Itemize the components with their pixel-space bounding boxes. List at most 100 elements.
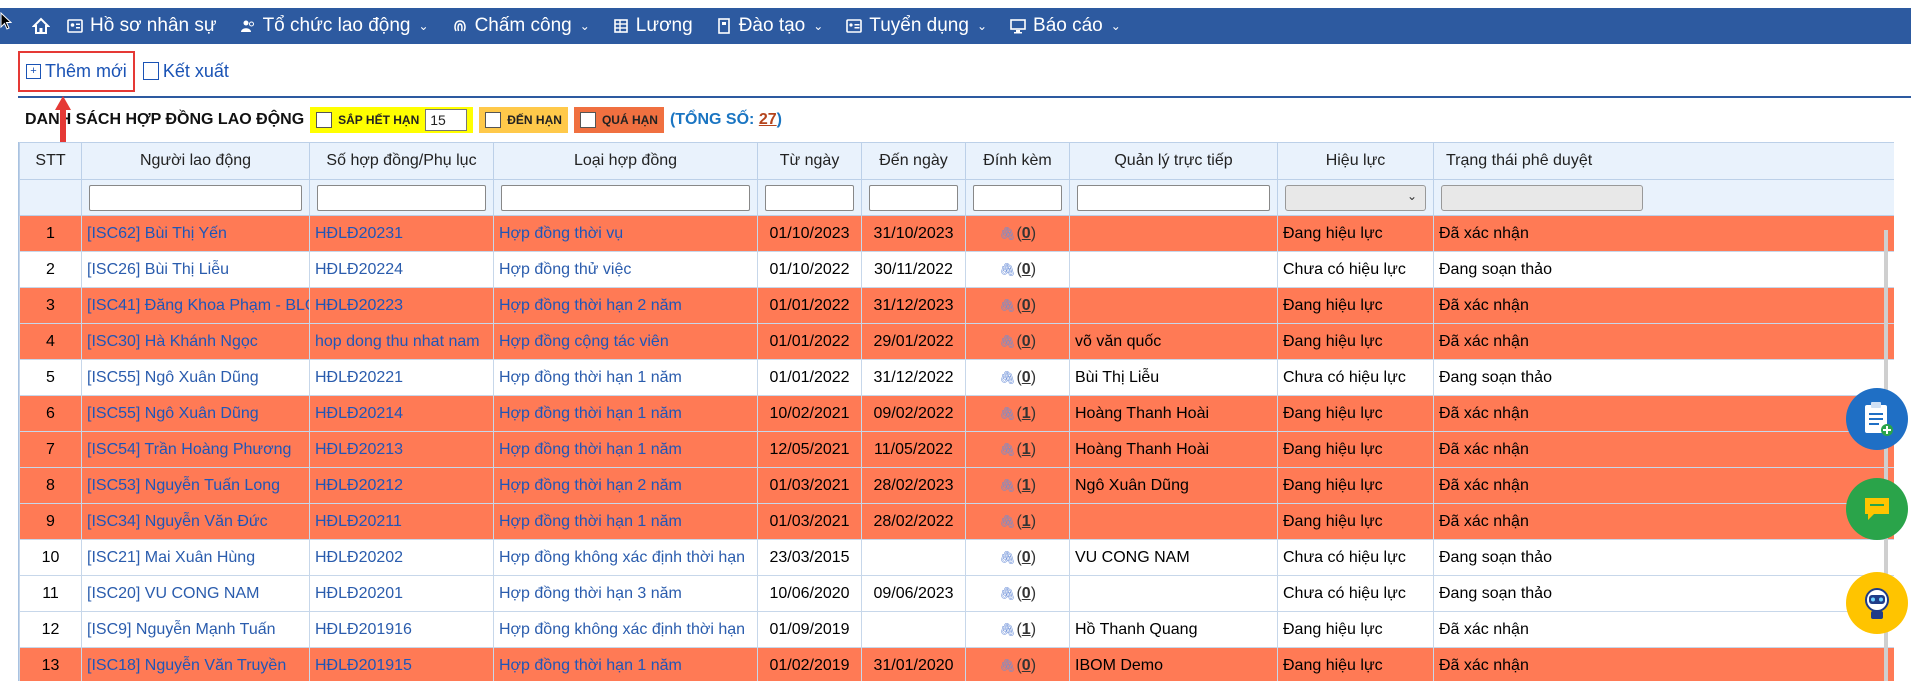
contract-no-link[interactable]: hop dong thu nhat nam: [315, 333, 480, 350]
column-header[interactable]: Đính kèm: [965, 142, 1070, 180]
home-icon[interactable]: [30, 15, 52, 37]
overdue-checkbox[interactable]: [579, 112, 596, 128]
contract-no-link[interactable]: HĐLĐ201915: [315, 657, 412, 674]
employee-link[interactable]: [ISC41] Đăng Khoa Phạm - BLCONS: [87, 297, 309, 314]
attachment-link[interactable]: 🖇(0): [999, 657, 1036, 674]
nav-item-0[interactable]: Hồ sơ nhân sự: [66, 15, 217, 37]
contract-no-link[interactable]: HĐLĐ201916: [315, 621, 412, 638]
contract-no-link[interactable]: HĐLĐ20213: [315, 441, 403, 458]
employee-link[interactable]: [ISC9] Nguyễn Mạnh Tuấn: [87, 621, 276, 638]
contract-type-link[interactable]: Hợp đồng thời hạn 1 năm: [499, 405, 682, 422]
table-row[interactable]: 5 [ISC55] Ngô Xuân Dũng HĐLĐ20221 Hợp đồng …: [19, 359, 1894, 396]
column-header[interactable]: Người lao động: [81, 142, 310, 180]
attachment-link[interactable]: 🖇(1): [999, 405, 1036, 422]
employee-link[interactable]: [ISC18] Nguyễn Văn Truyền: [87, 657, 286, 674]
table-row[interactable]: 7 [ISC54] Trần Hoàng Phương HĐLĐ20213 Hợp đ…: [19, 431, 1894, 468]
contract-type-link[interactable]: Hợp đồng thời hạn 3 năm: [499, 585, 682, 602]
manager-filter-input[interactable]: [1077, 184, 1270, 211]
contract-type-link[interactable]: Hợp đồng thời hạn 1 năm: [499, 657, 682, 674]
nav-item-2[interactable]: Chấm công ⌄: [451, 15, 590, 37]
nav-item-3[interactable]: Lương: [612, 15, 693, 37]
contract-type-link[interactable]: Hợp đồng thời hạn 1 năm: [499, 369, 682, 386]
table-row[interactable]: 8 [ISC53] Nguyễn Tuấn Long HĐLĐ20212 Hợp đồ…: [19, 467, 1894, 504]
column-header[interactable]: Hiệu lực: [1277, 142, 1434, 180]
table-row[interactable]: 4 [ISC30] Hà Khánh Ngọc hop dong thu nhat …: [19, 323, 1894, 360]
attachment-link[interactable]: 🖇(0): [999, 225, 1036, 242]
table-row[interactable]: 13 [ISC18] Nguyễn Văn Truyền HĐLĐ201915 Hợp…: [19, 647, 1894, 681]
column-header[interactable]: Loại hợp đồng: [493, 142, 758, 180]
add-new-button[interactable]: + Thêm mới: [18, 50, 135, 92]
contract-type-link[interactable]: Hợp đồng thời hạn 2 năm: [499, 477, 682, 494]
attachment-link[interactable]: 🖇(1): [999, 621, 1036, 638]
contract-type-link[interactable]: Hợp đồng không xác định thời hạn: [499, 549, 745, 566]
contract-type-link[interactable]: Hợp đồng thời hạn 2 năm: [499, 297, 682, 314]
to-date-filter-input[interactable]: [869, 184, 958, 211]
table-row[interactable]: 1 [ISC62] Bùi Thị Yến HĐLĐ20231 Hợp đồng th…: [19, 215, 1894, 252]
contract-no-link[interactable]: HĐLĐ20221: [315, 369, 403, 386]
table-row[interactable]: 6 [ISC55] Ngô Xuân Dũng HĐLĐ20214 Hợp đồng …: [19, 395, 1894, 432]
validity-filter-select[interactable]: ⌄: [1285, 184, 1426, 211]
column-header[interactable]: STT: [19, 142, 82, 180]
employee-link[interactable]: [ISC53] Nguyễn Tuấn Long: [87, 477, 280, 494]
filter-expiring[interactable]: SẮP HẾT HẠN 15: [310, 107, 474, 133]
employee-link[interactable]: [ISC54] Trần Hoàng Phương: [87, 441, 291, 458]
attachment-link[interactable]: 🖇(0): [999, 333, 1036, 350]
table-row[interactable]: 10 [ISC21] Mai Xuân Hùng HĐLĐ20202 Hợp đồng…: [19, 539, 1894, 576]
attachment-link[interactable]: 🖇(1): [999, 477, 1036, 494]
nav-item-5[interactable]: Tuyển dụng ⌄: [845, 15, 987, 37]
attachment-link[interactable]: 🖇(0): [999, 297, 1036, 314]
employee-link[interactable]: [ISC20] VU CONG NAM: [87, 585, 259, 602]
nav-item-1[interactable]: Tổ chức lao động ⌄: [239, 15, 429, 37]
table-row[interactable]: 2 [ISC26] Bùi Thị Liễu HĐLĐ20224 Hợp đồng t…: [19, 251, 1894, 288]
due-checkbox[interactable]: [485, 112, 502, 128]
attachment-link[interactable]: 🖇(0): [999, 585, 1036, 602]
filter-due[interactable]: ĐẾN HẠN: [479, 107, 568, 133]
employee-link[interactable]: [ISC62] Bùi Thị Yến: [87, 225, 227, 242]
contract-type-link[interactable]: Hợp đồng cộng tác viên: [499, 333, 669, 350]
contract-no-link[interactable]: HĐLĐ20212: [315, 477, 403, 494]
table-row[interactable]: 11 [ISC20] VU CONG NAM HĐLĐ20201 Hợp đồng t…: [19, 575, 1894, 612]
column-header[interactable]: Trạng thái phê duyệt: [1433, 142, 1894, 180]
table-row[interactable]: 9 [ISC34] Nguyễn Văn Đức HĐLĐ20211 Hợp đồng…: [19, 503, 1894, 540]
column-header[interactable]: Từ ngày: [757, 142, 862, 180]
assistant-bot-button[interactable]: [1846, 572, 1908, 634]
attachment-link[interactable]: 🖇(0): [999, 369, 1036, 386]
attachment-link[interactable]: 🖇(1): [999, 441, 1036, 458]
employee-link[interactable]: [ISC30] Hà Khánh Ngọc: [87, 333, 258, 350]
contract-no-link[interactable]: HĐLĐ20201: [315, 585, 403, 602]
status-filter-select[interactable]: [1441, 184, 1643, 211]
contract-no-link[interactable]: HĐLĐ20231: [315, 225, 403, 242]
contract-type-link[interactable]: Hợp đồng thời hạn 1 năm: [499, 441, 682, 458]
nav-item-6[interactable]: Báo cáo ⌄: [1009, 15, 1121, 37]
employee-link[interactable]: [ISC55] Ngô Xuân Dũng: [87, 369, 259, 386]
employee-link[interactable]: [ISC55] Ngô Xuân Dũng: [87, 405, 259, 422]
attachment-link[interactable]: 🖇(1): [999, 513, 1036, 530]
employee-link[interactable]: [ISC26] Bùi Thị Liễu: [87, 261, 229, 278]
table-row[interactable]: 12 [ISC9] Nguyễn Mạnh Tuấn HĐLĐ201916 Hợp đ…: [19, 611, 1894, 648]
contract-no-link[interactable]: HĐLĐ20224: [315, 261, 403, 278]
contract-no-link[interactable]: HĐLĐ20214: [315, 405, 403, 422]
clipboard-add-button[interactable]: [1846, 388, 1908, 450]
contract-type-link[interactable]: Hợp đồng thời hạn 1 năm: [499, 513, 682, 530]
contract-type-link[interactable]: Hợp đồng không xác định thời hạn: [499, 621, 745, 638]
attachment-filter-input[interactable]: [973, 184, 1062, 211]
contract-no-link[interactable]: HĐLĐ20202: [315, 549, 403, 566]
nav-item-4[interactable]: Đào tạo ⌄: [715, 15, 823, 37]
employee-filter-input[interactable]: [89, 184, 302, 211]
export-button[interactable]: Kết xuất: [142, 61, 229, 82]
attachment-link[interactable]: 🖇(0): [999, 549, 1036, 566]
column-header[interactable]: Đến ngày: [861, 142, 966, 180]
contract-no-filter-input[interactable]: [317, 184, 486, 211]
column-header[interactable]: Số hợp đồng/Phụ lục: [309, 142, 494, 180]
contract-type-link[interactable]: Hợp đồng thời vụ: [499, 225, 623, 242]
chat-button[interactable]: [1846, 478, 1908, 540]
from-date-filter-input[interactable]: [765, 184, 854, 211]
attachment-link[interactable]: 🖇(0): [999, 261, 1036, 278]
contract-type-link[interactable]: Hợp đồng thử việc: [499, 261, 631, 278]
contract-no-link[interactable]: HĐLĐ20211: [315, 513, 402, 530]
employee-link[interactable]: [ISC21] Mai Xuân Hùng: [87, 549, 255, 566]
table-row[interactable]: 3 [ISC41] Đăng Khoa Phạm - BLCONS HĐLĐ2022…: [19, 287, 1894, 324]
total-count-link[interactable]: 27: [759, 111, 777, 128]
employee-link[interactable]: [ISC34] Nguyễn Văn Đức: [87, 513, 268, 530]
contract-type-filter-input[interactable]: [501, 184, 750, 211]
